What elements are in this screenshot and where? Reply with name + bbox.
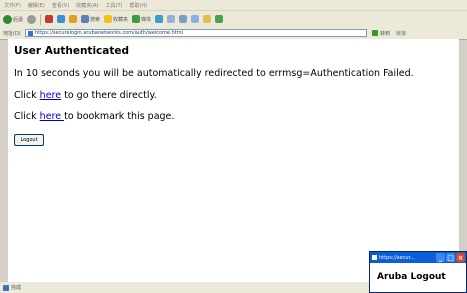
popup-title-bar[interactable]: https://secur... _ □ × — [370, 252, 466, 263]
messenger-icon[interactable] — [215, 15, 224, 23]
search-button[interactable]: 搜索 — [81, 15, 100, 23]
menu-favorites[interactable]: 收藏夹(A) — [76, 2, 98, 9]
bookmark-suffix: to bookmark this page. — [64, 111, 175, 122]
go-label: 转到 — [380, 30, 391, 37]
search-icon — [81, 15, 90, 23]
search-label: 搜索 — [90, 16, 101, 23]
menu-tools[interactable]: 工具(T) — [106, 2, 123, 9]
popup-heading: Aruba Logout — [377, 272, 446, 282]
back-arrow-icon — [3, 14, 12, 24]
address-label: 地址(D) — [3, 30, 21, 37]
menu-help[interactable]: 帮助(H) — [129, 2, 147, 9]
home-icon[interactable] — [69, 15, 78, 23]
bookmark-prefix: Click — [14, 111, 40, 122]
direct-link-prefix: Click — [14, 90, 40, 101]
favorites-label: 收藏夹 — [113, 16, 129, 23]
go-there-link[interactable]: here — [40, 90, 61, 101]
back-button[interactable]: 后退 — [3, 14, 24, 24]
menu-edit[interactable]: 编辑(E) — [28, 2, 45, 9]
direct-link-suffix: to go there directly. — [61, 90, 157, 101]
minimize-button[interactable]: _ — [436, 253, 445, 262]
close-button[interactable]: × — [456, 253, 465, 262]
forward-arrow-icon[interactable] — [27, 14, 37, 24]
direct-link-line: Click here to go there directly. — [14, 90, 157, 101]
go-button[interactable]: 转到 — [372, 30, 390, 37]
links-button[interactable]: 链接 — [396, 30, 406, 37]
star-icon — [104, 15, 113, 23]
page-title: User Authenticated — [14, 45, 130, 57]
page-icon — [28, 30, 33, 36]
logout-popup-window: https://secur... _ □ × Aruba Logout — [369, 251, 467, 293]
bookmark-link[interactable]: here — [40, 111, 64, 122]
go-arrow-icon — [372, 30, 378, 36]
menu-file[interactable]: 文件(F) — [4, 2, 21, 9]
media-button[interactable]: 媒体 — [132, 15, 151, 23]
media-icon — [132, 15, 141, 23]
refresh-icon[interactable] — [57, 15, 66, 23]
redirect-message: In 10 seconds you will be automatically … — [14, 68, 414, 79]
history-icon[interactable] — [155, 15, 164, 23]
media-label: 媒体 — [141, 16, 152, 23]
address-url: https://securelogin.arubanetworks.com/au… — [35, 30, 184, 36]
print-icon[interactable] — [179, 15, 188, 23]
mail-icon[interactable] — [167, 15, 176, 23]
popup-page-icon — [372, 255, 377, 260]
bookmark-line: Click here to bookmark this page. — [14, 111, 174, 122]
folder-icon[interactable] — [203, 15, 212, 23]
menu-bar: 文件(F) 编辑(E) 查看(V) 收藏夹(A) 工具(T) 帮助(H) — [0, 0, 467, 11]
back-label: 后退 — [13, 16, 24, 23]
favorites-button[interactable]: 收藏夹 — [104, 15, 128, 23]
address-input[interactable]: https://securelogin.arubanetworks.com/au… — [25, 29, 367, 37]
page-content: User Authenticated In 10 seconds you wil… — [8, 39, 459, 282]
page-done-icon — [3, 284, 9, 291]
logout-button[interactable]: Logout — [14, 134, 44, 146]
stop-icon[interactable] — [45, 15, 54, 23]
menu-view[interactable]: 查看(V) — [52, 2, 69, 9]
maximize-button[interactable]: □ — [446, 253, 455, 262]
toolbar-divider — [40, 13, 42, 25]
browser-toolbar: 后退 搜索 收藏夹 媒体 — [0, 11, 467, 27]
edit-icon[interactable] — [191, 15, 200, 23]
popup-title: https://secur... — [379, 254, 415, 261]
status-text: 完成 — [11, 285, 22, 291]
